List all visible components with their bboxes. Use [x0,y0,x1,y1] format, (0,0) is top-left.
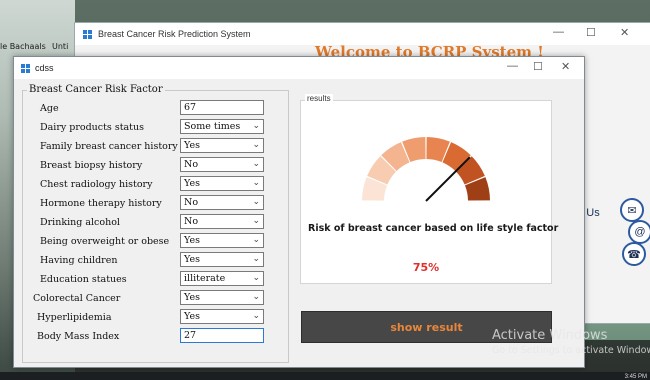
maximize-icon[interactable]: ☐ [533,60,543,73]
field-label: Hyperlipidemia [37,312,112,323]
field-dropdown[interactable]: Yes ⌄ [180,309,264,324]
field-label: Education statues [40,274,127,285]
main-window-title: Breast Cancer Risk Prediction System [98,29,251,39]
chevron-down-icon[interactable]: ⌄ [252,310,260,322]
cdss-titlebar: cdss — ☐ ✕ [14,57,584,79]
field-dropdown[interactable]: No ⌄ [180,157,264,172]
form-row: Colorectal Cancer Yes ⌄ [23,290,288,308]
form-row: Drinking alcohol No ⌄ [23,214,288,232]
activate-windows-watermark: Activate Windows Go to Settings to activ… [492,328,650,356]
taskbar-clock: 3:45 PM [624,374,647,380]
watermark-line2: Go to Settings to activate Windows. [492,345,650,356]
risk-percentage: 75% [412,261,440,274]
cdss-window: cdss — ☐ ✕ Breast Cancer Risk Factor Age… [13,56,585,368]
mail-icon[interactable]: ✉ [620,198,644,222]
field-value: No [184,197,199,208]
field-value: Some times [184,121,241,132]
field-value: Yes [184,235,200,246]
chevron-down-icon[interactable]: ⌄ [252,158,260,170]
main-window-titlebar: Breast Cancer Risk Prediction System — ☐… [75,23,650,45]
chevron-down-icon[interactable]: ⌄ [252,215,260,227]
form-row: Being overweight or obese Yes ⌄ [23,233,288,251]
close-icon[interactable]: ✕ [561,60,570,73]
risk-gauge [362,137,490,202]
field-label: Breast biopsy history [40,160,143,171]
field-dropdown[interactable]: Some times ⌄ [180,119,264,134]
minimize-icon[interactable]: — [507,60,518,72]
risk-factor-group: Breast Cancer Risk Factor Age 67 Dairy pro… [22,84,289,363]
field-value: Yes [184,140,200,151]
chevron-down-icon[interactable]: ⌄ [252,291,260,303]
field-value: No [184,159,199,170]
field-label: Drinking alcohol [40,217,120,228]
field-value: illiterate [184,273,226,284]
field-label: Body Mass Index [37,331,120,342]
field-label: Colorectal Cancer [33,293,121,304]
chevron-down-icon[interactable]: ⌄ [252,272,260,284]
minimize-icon[interactable]: — [553,26,564,38]
field-label: Being overweight or obese [40,236,170,247]
chevron-down-icon[interactable]: ⌄ [252,253,260,265]
form-row: Body Mass Index 27 [23,328,288,346]
field-dropdown[interactable]: Yes ⌄ [180,176,264,191]
field-label: Hormone therapy history [40,198,162,209]
chevron-down-icon[interactable]: ⌄ [252,196,260,208]
risk-caption: Risk of breast cancer based on life styl… [308,223,559,234]
field-value: Yes [184,311,200,322]
taskbar: 3:45 PM [0,372,650,380]
field-dropdown[interactable]: No ⌄ [180,214,264,229]
close-icon[interactable]: ✕ [620,26,629,39]
contact-panel: Us ✉ @ ☎ [578,190,650,270]
form-row: Hormone therapy history No ⌄ [23,195,288,213]
at-icon[interactable]: @ [628,220,650,244]
desktop-icon-label[interactable]: le Bachaals [0,42,46,51]
form-row: Education statues illiterate ⌄ [23,271,288,289]
field-value: Yes [184,292,200,303]
field-value: Yes [184,254,200,265]
form-row: Dairy products status Some times ⌄ [23,119,288,137]
form-row: Chest radiology history Yes ⌄ [23,176,288,194]
field-label: Family breast cancer history [40,141,178,152]
field-value: 27 [184,330,197,341]
app-icon [83,29,92,39]
field-input[interactable]: 27 [180,328,264,343]
contact-label: Us [586,207,600,219]
field-dropdown[interactable]: Yes ⌄ [180,290,264,305]
field-label: Chest radiology history [40,179,153,190]
phone-icon[interactable]: ☎ [622,242,646,266]
field-value: Yes [184,178,200,189]
chevron-down-icon[interactable]: ⌄ [252,234,260,246]
field-label: Having children [40,255,118,266]
desktop-icon-label[interactable]: Unti [52,42,68,51]
watermark-line1: Activate Windows [492,328,608,343]
app-icon [21,63,30,73]
risk-factor-group-title: Breast Cancer Risk Factor [27,84,165,95]
form-row: Having children Yes ⌄ [23,252,288,270]
maximize-icon[interactable]: ☐ [586,26,596,39]
results-panel: results Risk of breast cancer based on l… [300,94,558,284]
form-row: Age 67 [23,100,288,118]
chevron-down-icon[interactable]: ⌄ [252,177,260,189]
form-row: Family breast cancer history Yes ⌄ [23,138,288,156]
chevron-down-icon[interactable]: ⌄ [252,120,260,132]
field-dropdown[interactable]: illiterate ⌄ [180,271,264,286]
field-label: Age [40,103,59,114]
field-dropdown[interactable]: Yes ⌄ [180,252,264,267]
field-dropdown[interactable]: Yes ⌄ [180,138,264,153]
field-label: Dairy products status [40,122,144,133]
field-dropdown[interactable]: Yes ⌄ [180,233,264,248]
field-dropdown[interactable]: No ⌄ [180,195,264,210]
form-row: Breast biopsy history No ⌄ [23,157,288,175]
field-value: No [184,216,199,227]
form-row: Hyperlipidemia Yes ⌄ [23,309,288,327]
cdss-title: cdss [35,63,54,73]
field-value: 67 [184,102,197,113]
field-input[interactable]: 67 [180,100,264,115]
chevron-down-icon[interactable]: ⌄ [252,139,260,151]
